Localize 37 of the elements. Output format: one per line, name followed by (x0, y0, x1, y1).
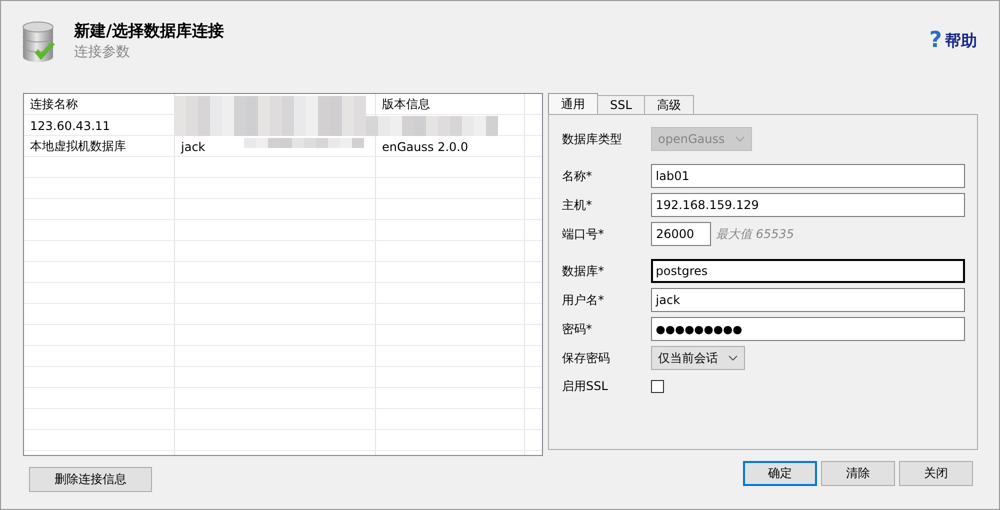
dialog-button[interactable]: 确定 (743, 461, 817, 486)
dialog-subtitle: 连接参数 (74, 43, 131, 61)
input-field[interactable]: lab01 (650, 164, 965, 188)
input-field[interactable]: 192.168.159.129 (650, 193, 965, 217)
tab[interactable]: 高级 (644, 95, 694, 114)
dialog-button[interactable]: 清除 (821, 461, 895, 486)
field-label: 主机* (562, 196, 593, 214)
table-cell: 123.60.43.11 (30, 118, 110, 132)
question-icon: ? (929, 30, 942, 52)
table-cell: enGauss 2.0.0 (382, 140, 468, 154)
field-label: 保存密码 (562, 350, 611, 366)
field-label: 名称* (562, 168, 593, 184)
table-cell: 本地虚拟机数据库 (30, 139, 126, 153)
dialog-title: 新建/选择数据库连接 (74, 21, 224, 42)
dialog-button[interactable]: 关闭 (899, 461, 973, 486)
field-label: 密码* (562, 320, 593, 338)
dropdown[interactable]: 仅当前会话 (651, 346, 745, 370)
field-label: 端口号* (562, 226, 605, 242)
field-label: 启用SSL (562, 378, 609, 395)
checkbox[interactable] (651, 380, 664, 393)
hint-text: 最大值 65535 (716, 226, 794, 242)
input-field[interactable]: ●●●●●●●●● (650, 317, 965, 341)
caret-icon (728, 355, 738, 361)
help-link[interactable]: ?帮助 (929, 30, 977, 52)
input-field[interactable]: 26000 (651, 222, 711, 246)
input-field[interactable]: postgres (650, 259, 965, 283)
input-field[interactable]: jack (650, 288, 965, 312)
tab[interactable]: 通用 (548, 93, 598, 115)
tab[interactable]: SSL (597, 95, 645, 114)
field-label: 用户名* (562, 292, 605, 308)
field-label: 数据库* (562, 262, 605, 280)
table-cell: jack (181, 140, 206, 154)
column-header[interactable]: 版本信息 (382, 97, 430, 111)
column-header[interactable]: 连接名称 (30, 97, 78, 111)
caret-icon (734, 136, 745, 142)
field-label: 数据库类型 (562, 130, 623, 148)
delete-connection-button[interactable]: 删除连接信息 (29, 467, 152, 492)
